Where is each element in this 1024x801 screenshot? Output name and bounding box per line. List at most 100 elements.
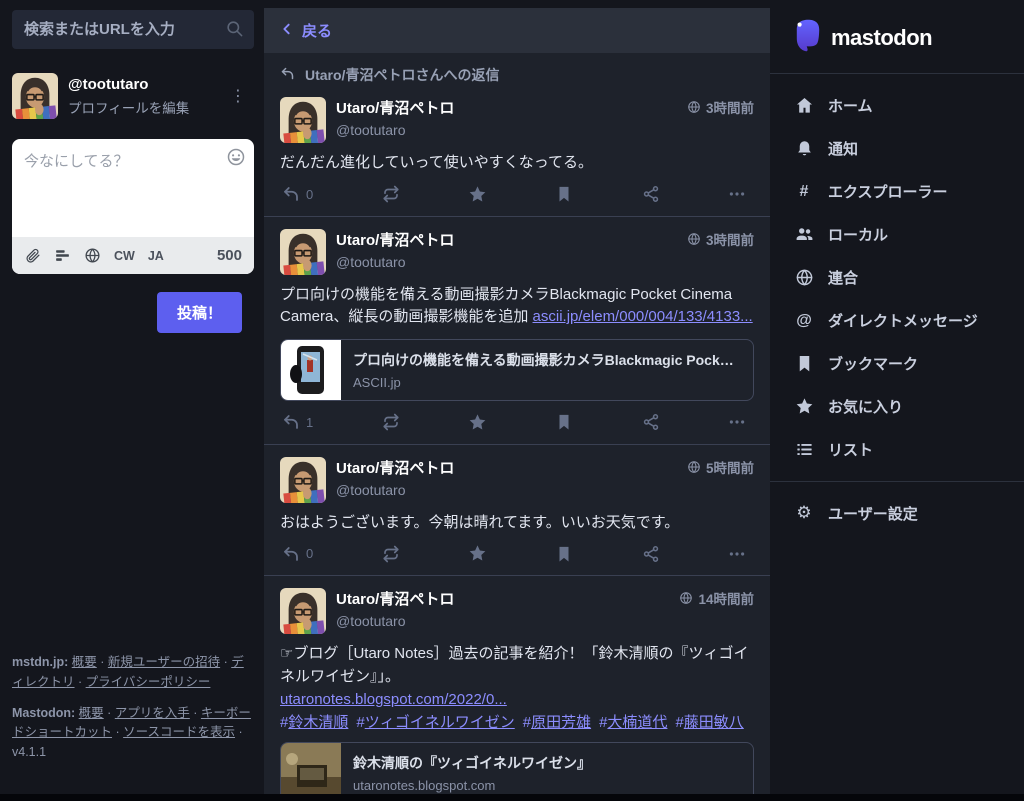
bookmark-button[interactable] xyxy=(555,413,573,431)
edit-profile-link[interactable]: プロフィールを編集 xyxy=(68,97,222,117)
hashtag-list: #鈴木清順 #ツィゴイネルワイゼン #原田芳雄 #大楠道代 #藤田敏八 xyxy=(280,711,754,732)
hashtag-link[interactable]: #鈴木清順 xyxy=(280,714,348,731)
display-name[interactable]: Utaro/青沼ペトロ xyxy=(336,457,687,478)
footer-site-line: mstdn.jp: 概要 · 新規ユーザーの招待 · ディレクトリ · プライバ… xyxy=(12,655,244,689)
hashtag-link[interactable]: #ツィゴイネルワイゼン xyxy=(356,714,514,731)
hashtag-link[interactable]: #原田芳雄 xyxy=(523,714,591,731)
footer-links: mstdn.jp: 概要 · 新規ユーザーの招待 · ディレクトリ · プライバ… xyxy=(12,653,254,780)
sidebar-item-users[interactable]: ローカル xyxy=(792,213,1002,256)
favourite-button[interactable] xyxy=(468,185,487,204)
avatar[interactable] xyxy=(12,73,58,119)
reply-button[interactable]: 0 xyxy=(282,185,313,203)
sidebar-item-gear[interactable]: ⚙ ユーザー設定 xyxy=(792,492,1002,535)
sidebar-item-bell[interactable]: 通知 xyxy=(792,127,1002,170)
footer-link[interactable]: ソースコードを表示 xyxy=(123,725,235,739)
profile-handle-link[interactable]: @tootutaro xyxy=(68,76,222,93)
footer-link[interactable]: プライバシーポリシー xyxy=(86,675,211,689)
compose-toolbar: CW JA 500 xyxy=(12,237,254,274)
more-button[interactable] xyxy=(728,185,746,203)
footer-link[interactable]: 概要 xyxy=(72,655,97,669)
boost-button[interactable] xyxy=(382,185,400,203)
sidebar-item-star[interactable]: お気に入り xyxy=(792,385,1002,428)
link-preview-card[interactable]: 鈴木清順の『ツィゴイネルワイゼン』 utaronotes.blogspot.co… xyxy=(280,742,754,794)
toot[interactable]: Utaro/青沼ペトロ @tootutaro 5時間前 おはようございます。今朝… xyxy=(264,445,770,576)
reply-button[interactable]: 1 xyxy=(282,413,313,431)
boost-button[interactable] xyxy=(382,545,400,563)
action-bar: 0 xyxy=(280,534,754,573)
sidebar-item-list[interactable]: リスト xyxy=(792,428,1002,471)
publish-button[interactable]: 投稿！ xyxy=(156,292,242,333)
mastodon-logo[interactable]: mastodon xyxy=(792,14,1002,73)
taskbar-strip xyxy=(0,794,1024,801)
more-button[interactable] xyxy=(728,545,746,563)
compose-textarea[interactable]: 今なにしてる？ xyxy=(12,139,254,237)
hash-icon: # xyxy=(799,182,809,200)
gear-icon: ⚙ xyxy=(796,503,812,523)
account-handle[interactable]: @tootutaro xyxy=(336,122,687,138)
favourite-button[interactable] xyxy=(468,413,487,432)
toot-link[interactable]: ascii.jp/elem/000/004/133/4133... xyxy=(533,308,753,325)
account-handle[interactable]: @tootutaro xyxy=(336,254,687,270)
search-input[interactable] xyxy=(12,10,254,49)
share-button[interactable] xyxy=(642,185,660,203)
hashtag-link[interactable]: #藤田敏八 xyxy=(675,714,743,731)
timestamp[interactable]: 3時間前 xyxy=(687,229,754,249)
toot[interactable]: Utaro/青沼ペトロさんへの返信 Utaro/青沼ペトロ @tootutaro… xyxy=(264,53,770,217)
footer-link[interactable]: アプリを入手 xyxy=(115,706,190,720)
toot[interactable]: Utaro/青沼ペトロ @tootutaro 14時間前 ☞ブログ［Utaro … xyxy=(264,576,770,794)
bookmark-button[interactable] xyxy=(555,185,573,203)
search-icon[interactable] xyxy=(225,19,244,43)
back-button[interactable]: 戻る xyxy=(264,8,770,53)
toot-avatar[interactable] xyxy=(280,228,326,275)
poll-icon[interactable] xyxy=(54,247,71,264)
emoji-picker-icon[interactable] xyxy=(226,147,246,172)
home-icon xyxy=(794,96,814,115)
language-button[interactable]: JA xyxy=(148,249,164,263)
visibility-globe-icon[interactable] xyxy=(84,247,101,264)
toot[interactable]: Utaro/青沼ペトロ @tootutaro 3時間前 プロ向けの機能を備える動… xyxy=(264,217,770,445)
footer-link[interactable]: 新規ユーザーの招待 xyxy=(108,655,220,669)
timestamp[interactable]: 5時間前 xyxy=(687,457,754,477)
list-icon xyxy=(794,440,814,459)
attach-icon[interactable] xyxy=(24,247,41,264)
toot-list: Utaro/青沼ペトロさんへの返信 Utaro/青沼ペトロ @tootutaro… xyxy=(264,53,770,794)
sidebar-item-hash[interactable]: # エクスプローラー xyxy=(792,170,1002,213)
reply-icon xyxy=(280,66,295,84)
chevron-left-icon xyxy=(279,21,295,41)
hashtag-link[interactable]: #大楠道代 xyxy=(599,714,667,731)
footer-link[interactable]: 概要 xyxy=(79,706,104,720)
link-preview-card[interactable]: プロ向けの機能を備える動画撮影カメラBlackmagic Pocket Cine… xyxy=(280,338,754,401)
sidebar-item-at[interactable]: @ ダイレクトメッセージ xyxy=(792,299,1002,342)
more-button[interactable] xyxy=(728,413,746,431)
content-warning-button[interactable]: CW xyxy=(114,249,135,263)
card-title: プロ向けの機能を備える動画撮影カメラBlackmagic Pocket Cine… xyxy=(353,351,741,368)
display-name[interactable]: Utaro/青沼ペトロ xyxy=(336,97,687,118)
toot-text: だんだん進化していって使いやすくなってる。 xyxy=(280,154,594,171)
favourite-button[interactable] xyxy=(468,544,487,563)
app: @tootutaro プロフィールを編集 ⋮ 今なにしてる？ CW JA 500… xyxy=(0,0,1024,794)
timestamp[interactable]: 3時間前 xyxy=(687,97,754,117)
compose-form: 今なにしてる？ CW JA 500 xyxy=(12,139,254,274)
reply-notice: Utaro/青沼ペトロさんへの返信 xyxy=(280,65,754,97)
profile-menu-icon[interactable]: ⋮ xyxy=(222,82,254,110)
display-name[interactable]: Utaro/青沼ペトロ xyxy=(336,229,687,250)
sidebar-item-home[interactable]: ホーム xyxy=(792,84,1002,127)
bookmark-button[interactable] xyxy=(555,545,573,563)
card-title: 鈴木清順の『ツィゴイネルワイゼン』 xyxy=(353,755,591,771)
mastodon-wordmark: mastodon xyxy=(831,24,933,50)
sidebar-item-globe[interactable]: 連合 xyxy=(792,256,1002,299)
account-handle[interactable]: @tootutaro xyxy=(336,613,679,629)
reply-button[interactable]: 0 xyxy=(282,545,313,563)
toot-link[interactable]: utaronotes.blogspot.com/2022/0... xyxy=(280,691,507,708)
timestamp[interactable]: 14時間前 xyxy=(679,588,754,608)
sidebar-item-bookmark[interactable]: ブックマーク xyxy=(792,342,1002,385)
share-button[interactable] xyxy=(642,545,660,563)
toot-avatar[interactable] xyxy=(280,456,326,503)
toot-avatar[interactable] xyxy=(280,97,326,143)
toot-avatar[interactable] xyxy=(280,588,326,634)
display-name[interactable]: Utaro/青沼ペトロ xyxy=(336,588,679,609)
account-handle[interactable]: @tootutaro xyxy=(336,482,687,498)
share-button[interactable] xyxy=(642,413,660,431)
boost-button[interactable] xyxy=(382,413,400,431)
timeline-column: 戻る Utaro/青沼ペトロさんへの返信 Utaro/青沼ペトロ @tootut… xyxy=(264,0,770,794)
